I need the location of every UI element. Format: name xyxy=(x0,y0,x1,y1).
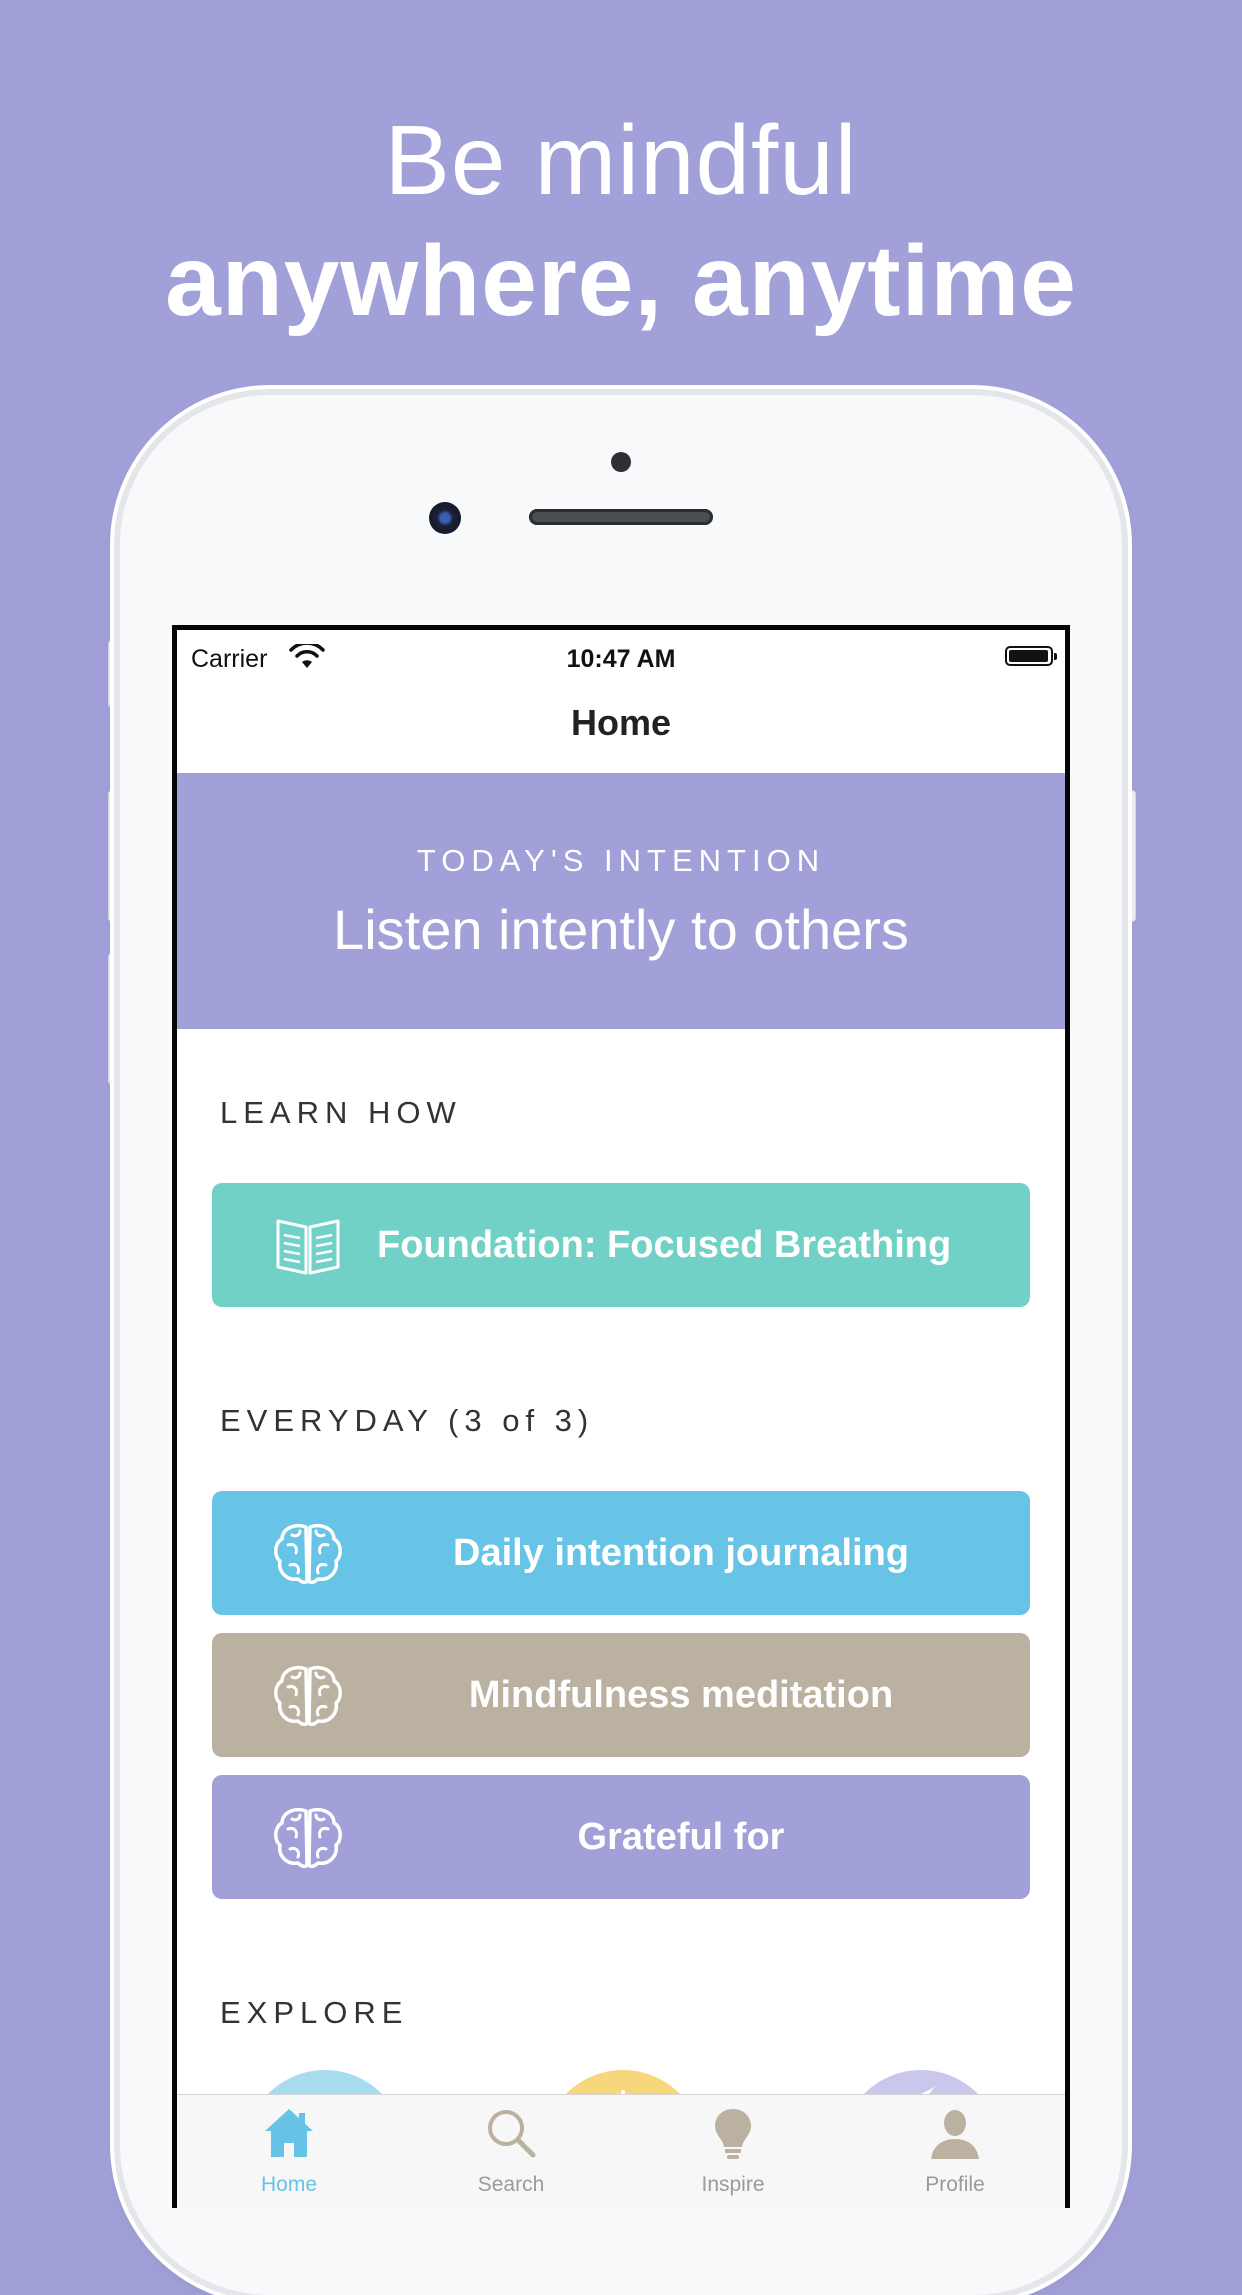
intention-eyebrow: TODAY'S INTENTION xyxy=(416,843,826,878)
focused-breathing-label: Foundation: Focused Breathing xyxy=(377,1224,952,1266)
tab-inspire[interactable]: Inspire xyxy=(621,2095,845,2208)
search-icon xyxy=(488,2110,536,2158)
lightbulb-icon xyxy=(715,2109,751,2159)
meditation-label: Mindfulness meditation xyxy=(468,1674,894,1716)
tab-inspire-label: Inspire xyxy=(701,2173,765,2196)
todays-intention-banner[interactable]: TODAY'S INTENTION Listen intently to oth… xyxy=(177,773,1065,1029)
journaling-label: Daily intention journaling xyxy=(453,1532,909,1574)
front-camera xyxy=(429,502,461,534)
phone-screen: Carrier 10:47 AM Home TODAY'S INTENTION … xyxy=(172,625,1070,2208)
journaling-card[interactable]: Daily intention journaling xyxy=(212,1491,1030,1615)
intention-text: Listen intently to others xyxy=(333,898,909,961)
headline-line-1: Be mindful xyxy=(384,105,858,215)
grateful-for-card[interactable]: Grateful for xyxy=(212,1775,1030,1899)
tab-home[interactable]: Home xyxy=(177,2095,401,2208)
mute-switch xyxy=(108,640,118,708)
tab-profile[interactable]: Profile xyxy=(843,2095,1065,2208)
navigation-bar: Home xyxy=(177,686,1065,774)
tab-profile-label: Profile xyxy=(925,2173,985,2196)
earpiece-speaker xyxy=(529,509,713,525)
proximity-sensor xyxy=(611,452,631,472)
grateful-for-label: Grateful for xyxy=(577,1816,785,1858)
tab-search[interactable]: Search xyxy=(399,2095,623,2208)
volume-down-button xyxy=(108,953,118,1085)
profile-icon xyxy=(931,2110,979,2159)
headline-line-2: anywhere, anytime xyxy=(165,225,1077,337)
power-button xyxy=(1126,790,1136,922)
tab-bar: Home Search Inspire Profile xyxy=(177,2094,1065,2208)
status-bar: Carrier 10:47 AM xyxy=(177,630,1065,686)
home-icon xyxy=(265,2109,313,2157)
tab-search-label: Search xyxy=(477,2173,545,2196)
book-icon xyxy=(276,1219,340,1275)
status-time: 10:47 AM xyxy=(566,645,676,673)
everyday-heading: EVERYDAY (3 of 3) xyxy=(220,1403,595,1438)
learn-how-heading: LEARN HOW xyxy=(220,1095,462,1130)
nav-title: Home xyxy=(570,702,672,743)
meditation-card[interactable]: Mindfulness meditation xyxy=(212,1633,1030,1757)
battery-icon xyxy=(1005,646,1057,666)
explore-heading: EXPLORE xyxy=(220,1995,409,2030)
volume-up-button xyxy=(108,790,118,922)
focused-breathing-card[interactable]: Foundation: Focused Breathing xyxy=(212,1183,1030,1307)
tab-home-label: Home xyxy=(260,2173,318,2196)
